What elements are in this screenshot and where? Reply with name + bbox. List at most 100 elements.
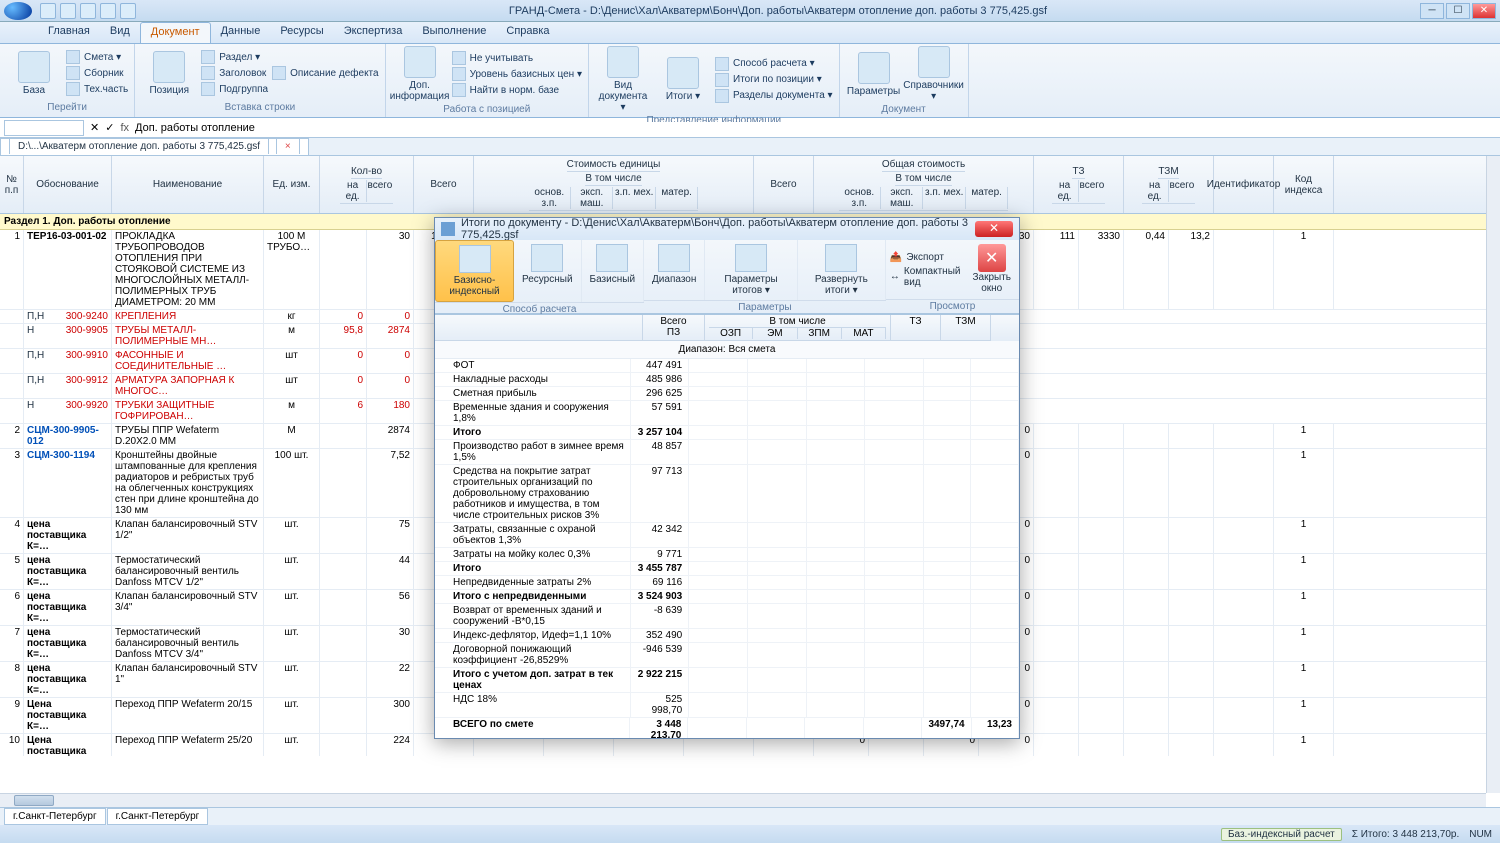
sheet-tab-1[interactable]: г.Санкт-Петербург bbox=[4, 808, 106, 825]
document-tab-label: D:\...\Акватерм отопление доп. работы 3 … bbox=[9, 138, 269, 154]
totals-row[interactable]: Возврат от временных зданий и сооружений… bbox=[435, 604, 1019, 629]
totals-row[interactable]: Затраты на мойку колес 0,3%9 771 bbox=[435, 548, 1019, 562]
tab-expertise[interactable]: Экспертиза bbox=[334, 22, 413, 43]
ribbon-button[interactable]: Итоги ▾ bbox=[655, 57, 711, 102]
fx-icon[interactable]: fx bbox=[120, 122, 129, 134]
tab-view[interactable]: Вид bbox=[100, 22, 140, 43]
totals-dialog: Итоги по документу - D:\Денис\Хал\Аквате… bbox=[434, 217, 1020, 739]
qat-save-icon[interactable] bbox=[40, 3, 56, 19]
horizontal-scrollbar[interactable] bbox=[0, 793, 1486, 807]
calc-basic-button[interactable]: Базисный bbox=[582, 240, 644, 302]
status-calc-mode[interactable]: Баз.-индексный расчет bbox=[1221, 828, 1342, 841]
minimize-button[interactable]: ─ bbox=[1420, 3, 1444, 19]
status-caps: NUM bbox=[1469, 829, 1492, 840]
totals-row[interactable]: Итого с учетом доп. затрат в тек ценах2 … bbox=[435, 668, 1019, 693]
cell-reference-box[interactable] bbox=[4, 120, 84, 136]
dialog-title: Итоги по документу - D:\Денис\Хал\Аквате… bbox=[461, 217, 975, 241]
totals-row[interactable]: Договорной понижающий коэффициент -26,85… bbox=[435, 643, 1019, 668]
ribbon-button[interactable]: База bbox=[6, 51, 62, 96]
totals-row[interactable]: ВСЕГО по смете3 448 213,703497,7413,23 bbox=[435, 718, 1019, 738]
totals-row[interactable]: Накладные расходы485 986 bbox=[435, 373, 1019, 387]
ribbon-item[interactable]: Описание дефекта bbox=[272, 66, 379, 80]
expand-totals-button[interactable]: Развернуть итоги ▾ bbox=[798, 240, 886, 300]
document-tab-bar: D:\...\Акватерм отопление доп. работы 3 … bbox=[0, 138, 1500, 156]
ribbon-button[interactable]: Справочники ▾ bbox=[906, 46, 962, 102]
totals-row[interactable]: НДС 18%525 998,70 bbox=[435, 693, 1019, 718]
ribbon-tabs: Главная Вид Документ Данные Ресурсы Эксп… bbox=[0, 22, 1500, 44]
dialog-icon bbox=[441, 222, 455, 236]
tab-data[interactable]: Данные bbox=[211, 22, 271, 43]
tab-help[interactable]: Справка bbox=[496, 22, 559, 43]
tab-main[interactable]: Главная bbox=[38, 22, 100, 43]
tab-document[interactable]: Документ bbox=[140, 22, 211, 43]
export-button[interactable]: 📤 Экспорт bbox=[890, 252, 961, 263]
totals-row[interactable]: ФОТ447 491 bbox=[435, 359, 1019, 373]
range-button[interactable]: Диапазон bbox=[644, 240, 705, 300]
totals-row[interactable]: Временные здания и сооружения 1,8%57 591 bbox=[435, 401, 1019, 426]
tab-resources[interactable]: Ресурсы bbox=[270, 22, 333, 43]
ribbon-item[interactable]: Сборник bbox=[66, 66, 128, 80]
dialog-group-params: Параметры bbox=[644, 300, 886, 314]
dialog-range-label: Диапазон: Вся смета bbox=[435, 341, 1019, 359]
dialog-title-bar: Итоги по документу - D:\Денис\Хал\Аквате… bbox=[435, 218, 1019, 240]
ribbon-item[interactable]: Не учитывать bbox=[452, 51, 582, 65]
totals-row[interactable]: Итого с непредвиденными3 524 903 bbox=[435, 590, 1019, 604]
cancel-icon[interactable]: ✕ bbox=[90, 121, 99, 134]
ribbon-button[interactable]: Вид документа ▾ bbox=[595, 46, 651, 113]
qat-redo-icon[interactable] bbox=[80, 3, 96, 19]
title-bar: ГРАНД-Смета - D:\Денис\Хал\Акватерм\Бонч… bbox=[0, 0, 1500, 22]
close-window-button[interactable]: ✕Закрыть окно bbox=[964, 240, 1019, 299]
grid-header: № п.п Обоснование Наименование Ед. изм. … bbox=[0, 156, 1500, 214]
tab-execution[interactable]: Выполнение bbox=[412, 22, 496, 43]
hscroll-thumb[interactable] bbox=[14, 795, 54, 806]
ribbon-button[interactable]: Параметры bbox=[846, 52, 902, 97]
dialog-close-button[interactable]: ✕ bbox=[975, 221, 1013, 237]
ribbon-item[interactable]: Разделы документа ▾ bbox=[715, 89, 833, 103]
totals-row[interactable]: Средства на покрытие затрат строительных… bbox=[435, 465, 1019, 523]
ribbon-item[interactable]: Подгруппа bbox=[201, 82, 268, 96]
totals-row[interactable]: Производство работ в зимнее время 1,5%48… bbox=[435, 440, 1019, 465]
qat-undo-icon[interactable] bbox=[60, 3, 76, 19]
totals-row[interactable]: Индекс-дефлятор, Идеф=1,1 10%352 490 bbox=[435, 629, 1019, 643]
formula-bar: ✕ ✓ fx bbox=[0, 118, 1500, 138]
close-button[interactable]: ✕ bbox=[1472, 3, 1496, 19]
dialog-group-view: Просмотр bbox=[886, 299, 1019, 313]
qat-refresh-icon[interactable] bbox=[120, 3, 136, 19]
ribbon: БазаСмета ▾СборникТех.частьПерейтиПозици… bbox=[0, 44, 1500, 118]
totals-row[interactable]: Сметная прибыль296 625 bbox=[435, 387, 1019, 401]
compact-view-button[interactable]: ↔ Компактный вид bbox=[890, 266, 961, 288]
maximize-button[interactable]: ☐ bbox=[1446, 3, 1470, 19]
totals-row[interactable]: Итого3 455 787 bbox=[435, 562, 1019, 576]
document-tab[interactable]: D:\...\Акватерм отопление доп. работы 3 … bbox=[0, 138, 309, 155]
window-title: ГРАНД-Смета - D:\Денис\Хал\Акватерм\Бонч… bbox=[136, 5, 1420, 17]
calc-resource-button[interactable]: Ресурсный bbox=[514, 240, 582, 302]
dialog-ribbon: Базисно-индексный Ресурсный Базисный Спо… bbox=[435, 240, 1019, 314]
window-controls: ─ ☐ ✕ bbox=[1420, 3, 1496, 19]
sheet-tab-2[interactable]: г.Санкт-Петербург bbox=[107, 808, 209, 825]
calc-basic-index-button[interactable]: Базисно-индексный bbox=[435, 240, 514, 302]
ribbon-item[interactable]: Итоги по позиции ▾ bbox=[715, 73, 833, 87]
formula-input[interactable] bbox=[135, 122, 1496, 134]
app-orb-icon[interactable] bbox=[4, 2, 32, 20]
ribbon-item[interactable]: Уровень базисных цен ▾ bbox=[452, 67, 582, 81]
ribbon-button[interactable]: Доп. информация bbox=[392, 46, 448, 102]
ribbon-item[interactable]: Найти в норм. базе bbox=[452, 83, 582, 97]
ribbon-item[interactable]: Заголовок bbox=[201, 66, 268, 80]
sheet-tabs: г.Санкт-Петербург г.Санкт-Петербург bbox=[0, 807, 1500, 825]
ribbon-item[interactable]: Тех.часть bbox=[66, 82, 128, 96]
ribbon-item[interactable]: Способ расчета ▾ bbox=[715, 57, 833, 71]
ribbon-item[interactable]: Смета ▾ bbox=[66, 50, 128, 64]
quick-access-toolbar bbox=[40, 3, 136, 19]
totals-row[interactable]: Непредвиденные затраты 2%69 116 bbox=[435, 576, 1019, 590]
document-tab-close-icon[interactable]: × bbox=[276, 138, 300, 154]
accept-icon[interactable]: ✓ bbox=[105, 121, 114, 134]
vertical-scrollbar[interactable] bbox=[1486, 156, 1500, 793]
dialog-grid[interactable]: ВсегоПЗВ том числеОЗПЭМЗПММАТТЗТЗМДиапаз… bbox=[435, 314, 1019, 738]
status-bar: Баз.-индексный расчет Σ Итого: 3 448 213… bbox=[0, 825, 1500, 843]
totals-params-button[interactable]: Параметры итогов ▾ bbox=[705, 240, 797, 300]
ribbon-button[interactable]: Позиция bbox=[141, 51, 197, 96]
totals-row[interactable]: Итого3 257 104 bbox=[435, 426, 1019, 440]
totals-row[interactable]: Затраты, связанные с охраной объектов 1,… bbox=[435, 523, 1019, 548]
qat-print-icon[interactable] bbox=[100, 3, 116, 19]
ribbon-item[interactable]: Раздел ▾ bbox=[201, 50, 268, 64]
